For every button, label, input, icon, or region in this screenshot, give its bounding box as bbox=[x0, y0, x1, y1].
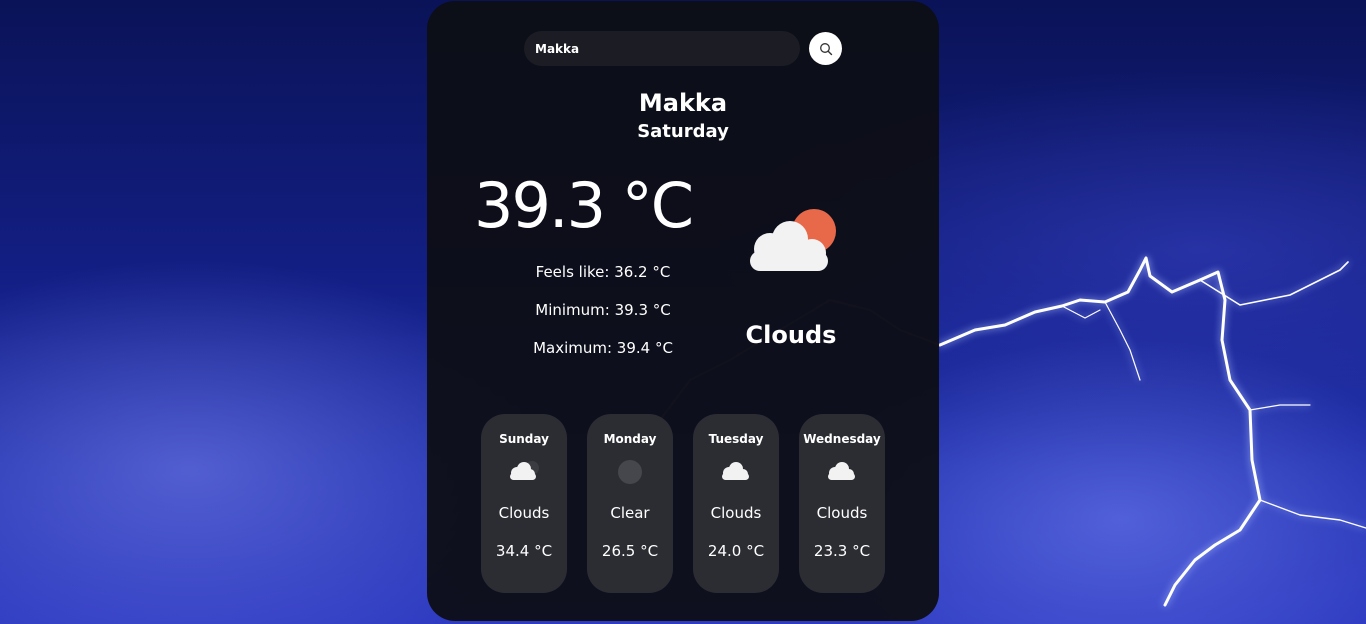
forecast-temperature: 34.4 °C bbox=[495, 542, 553, 560]
city-name: Makka bbox=[638, 89, 728, 117]
forecast-condition: Clouds bbox=[498, 504, 550, 522]
forecast-card-tuesday: Tuesday Clouds 24.0 °C bbox=[693, 414, 779, 593]
forecast-condition: Clouds bbox=[710, 504, 762, 522]
minimum-temperature: Minimum: 39.3 °C bbox=[535, 301, 671, 319]
forecast-temperature: 24.0 °C bbox=[707, 542, 765, 560]
forecast-day: Wednesday bbox=[803, 432, 881, 446]
current-day: Saturday bbox=[637, 121, 729, 142]
cloud-icon bbox=[828, 462, 855, 480]
feels-like: Feels like: 36.2 °C bbox=[535, 263, 671, 281]
maximum-temperature: Maximum: 39.4 °C bbox=[533, 339, 673, 357]
forecast-day: Sunday bbox=[499, 432, 549, 446]
current-temperature: 39.3 °C bbox=[474, 169, 694, 242]
forecast-card-sunday: Sunday Clouds 34.4 °C bbox=[481, 414, 567, 593]
forecast-temperature: 23.3 °C bbox=[813, 542, 871, 560]
cloud-icon bbox=[510, 461, 539, 480]
cloud-icon bbox=[722, 462, 749, 480]
forecast-condition: Clear bbox=[610, 504, 650, 522]
weather-card: Makka Saturday 39.3 °C Feels like: 36.2 … bbox=[427, 1, 939, 621]
cloud-sun-icon bbox=[750, 209, 836, 271]
forecast-day: Monday bbox=[603, 432, 657, 446]
forecast-temperature: 26.5 °C bbox=[601, 542, 659, 560]
forecast-day: Tuesday bbox=[708, 432, 764, 446]
current-condition: Clouds bbox=[745, 321, 837, 349]
search-button[interactable] bbox=[809, 32, 842, 65]
forecast-condition: Clouds bbox=[816, 504, 868, 522]
search-input[interactable] bbox=[524, 31, 800, 66]
forecast-card-monday: Monday Clear 26.5 °C bbox=[587, 414, 673, 593]
moon-icon bbox=[618, 460, 642, 484]
search-icon bbox=[819, 42, 832, 55]
forecast-card-wednesday: Wednesday Clouds 23.3 °C bbox=[799, 414, 885, 593]
